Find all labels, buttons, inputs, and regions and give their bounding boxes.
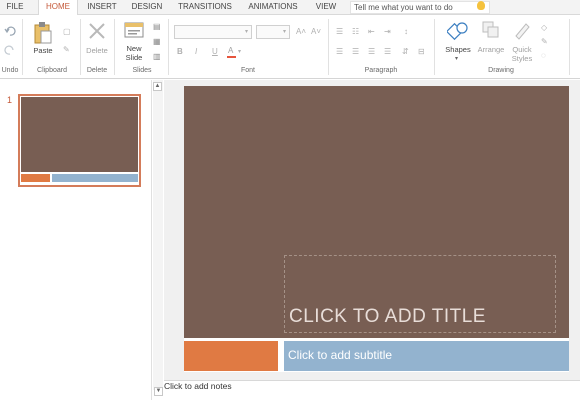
title-placeholder[interactable]: CLICK TO ADD TITLE <box>284 255 556 333</box>
decrease-indent-icon[interactable]: ⇤ <box>368 27 375 36</box>
bullets-icon[interactable]: ☰ <box>336 27 343 36</box>
paste-button[interactable]: Paste <box>28 46 58 55</box>
group-label-clipboard: Clipboard <box>37 67 67 74</box>
group-divider <box>328 19 329 75</box>
ribbon-tab-bar: FILE HOME INSERT DESIGN TRANSITIONS ANIM… <box>0 0 580 16</box>
line-spacing-icon[interactable]: ↕ <box>404 27 408 36</box>
shape-effects-icon[interactable]: ◌ <box>541 51 546 60</box>
reset-icon[interactable]: ▦ <box>153 37 161 46</box>
increase-indent-icon[interactable]: ⇥ <box>384 27 391 36</box>
delete-button[interactable]: Delete <box>82 46 112 55</box>
tell-me-search[interactable]: Tell me what you want to do <box>350 1 490 14</box>
layout-icon[interactable]: ▤ <box>153 22 161 31</box>
group-label-font: Font <box>240 67 255 74</box>
slide-number: 1 <box>7 95 13 105</box>
align-text-icon[interactable]: ⊟ <box>418 47 425 56</box>
shape-outline-icon[interactable]: ✎ <box>541 37 548 46</box>
align-center-icon[interactable]: ☰ <box>352 47 359 56</box>
delete-icon[interactable] <box>88 22 106 40</box>
thumbnail-blue-bar <box>52 174 138 182</box>
italic-button[interactable]: I <box>195 47 197 56</box>
chevron-down-icon: ▾ <box>283 29 287 35</box>
subtitle-placeholder-text: Click to add subtitle <box>288 348 393 362</box>
group-label-slides: Slides <box>132 67 152 74</box>
group-label-delete: Delete <box>86 67 108 74</box>
slide-canvas[interactable]: CLICK TO ADD TITLE Click to add subtitle <box>184 86 569 372</box>
group-label-paragraph: Paragraph <box>364 67 398 74</box>
underline-button[interactable]: U <box>212 47 218 56</box>
arrange-button[interactable]: Arrange <box>474 45 508 54</box>
group-divider <box>569 19 570 75</box>
tab-transitions[interactable]: TRANSITIONS <box>174 0 236 15</box>
text-direction-icon[interactable]: ⇵ <box>402 47 409 56</box>
notes-placeholder: Click to add notes <box>164 381 232 391</box>
group-divider <box>434 19 435 75</box>
group-label-undo: Undo <box>1 67 19 74</box>
quick-styles-icon[interactable] <box>512 20 532 40</box>
arrange-icon[interactable] <box>481 20 501 40</box>
tab-insert[interactable]: INSERT <box>82 0 122 15</box>
tab-file[interactable]: FILE <box>0 0 30 15</box>
font-color-icon[interactable]: A <box>228 46 233 55</box>
chevron-down-icon: ▾ <box>238 49 242 55</box>
font-color-bar <box>227 56 236 58</box>
scroll-down-button[interactable]: ▼ <box>154 387 163 396</box>
notes-pane[interactable]: Click to add notes <box>164 380 580 400</box>
thumbnail-orange-bar <box>21 174 50 182</box>
powerpoint-window: FILE HOME INSERT DESIGN TRANSITIONS ANIM… <box>0 0 580 400</box>
quick-styles-button[interactable]: Quick Styles <box>506 45 538 63</box>
align-left-icon[interactable]: ☰ <box>336 47 343 56</box>
vertical-scrollbar[interactable]: ▲ <box>153 80 163 390</box>
align-right-icon[interactable]: ☰ <box>368 47 375 56</box>
lightbulb-icon <box>477 1 485 10</box>
group-divider <box>114 19 115 75</box>
group-divider <box>168 19 169 75</box>
orange-accent-bar <box>184 341 278 371</box>
thumbnail-background <box>21 97 138 172</box>
undo-icon[interactable] <box>4 26 16 36</box>
bold-button[interactable]: B <box>177 47 183 56</box>
tab-animations[interactable]: ANIMATIONS <box>242 0 304 15</box>
title-placeholder-text: CLICK TO ADD TITLE <box>289 306 486 327</box>
shapes-icon[interactable] <box>447 20 469 42</box>
shapes-button[interactable]: Shapes <box>442 45 474 54</box>
justify-icon[interactable]: ☰ <box>384 47 391 56</box>
ribbon-home: Undo Paste ▢ ✎ Clipboard Delete Delete N… <box>0 15 580 79</box>
section-icon[interactable]: ▥ <box>153 52 161 61</box>
shape-fill-icon[interactable]: ◇ <box>541 23 547 32</box>
tab-view[interactable]: VIEW <box>310 0 342 15</box>
group-label-drawing: Drawing <box>488 67 514 74</box>
font-family-dropdown[interactable] <box>174 25 252 39</box>
group-divider <box>80 19 81 75</box>
paste-icon[interactable] <box>33 21 53 45</box>
numbering-icon[interactable]: ☷ <box>352 27 359 36</box>
slide-thumbnail[interactable] <box>18 94 141 187</box>
group-divider <box>22 19 23 75</box>
decrease-font-icon[interactable]: A˅ <box>311 27 321 36</box>
tab-home[interactable]: HOME <box>38 0 78 16</box>
tab-design[interactable]: DESIGN <box>126 0 168 15</box>
scroll-up-button[interactable]: ▲ <box>153 82 162 91</box>
new-slide-icon[interactable] <box>124 21 144 39</box>
chevron-down-icon: ▾ <box>455 56 459 62</box>
format-painter-icon[interactable]: ✎ <box>63 45 70 54</box>
increase-font-icon[interactable]: A˄ <box>296 27 306 36</box>
chevron-down-icon: ▾ <box>245 29 249 35</box>
new-slide-button[interactable]: New Slide <box>118 44 150 62</box>
copy-icon[interactable]: ▢ <box>63 27 71 36</box>
redo-icon[interactable] <box>4 45 16 55</box>
